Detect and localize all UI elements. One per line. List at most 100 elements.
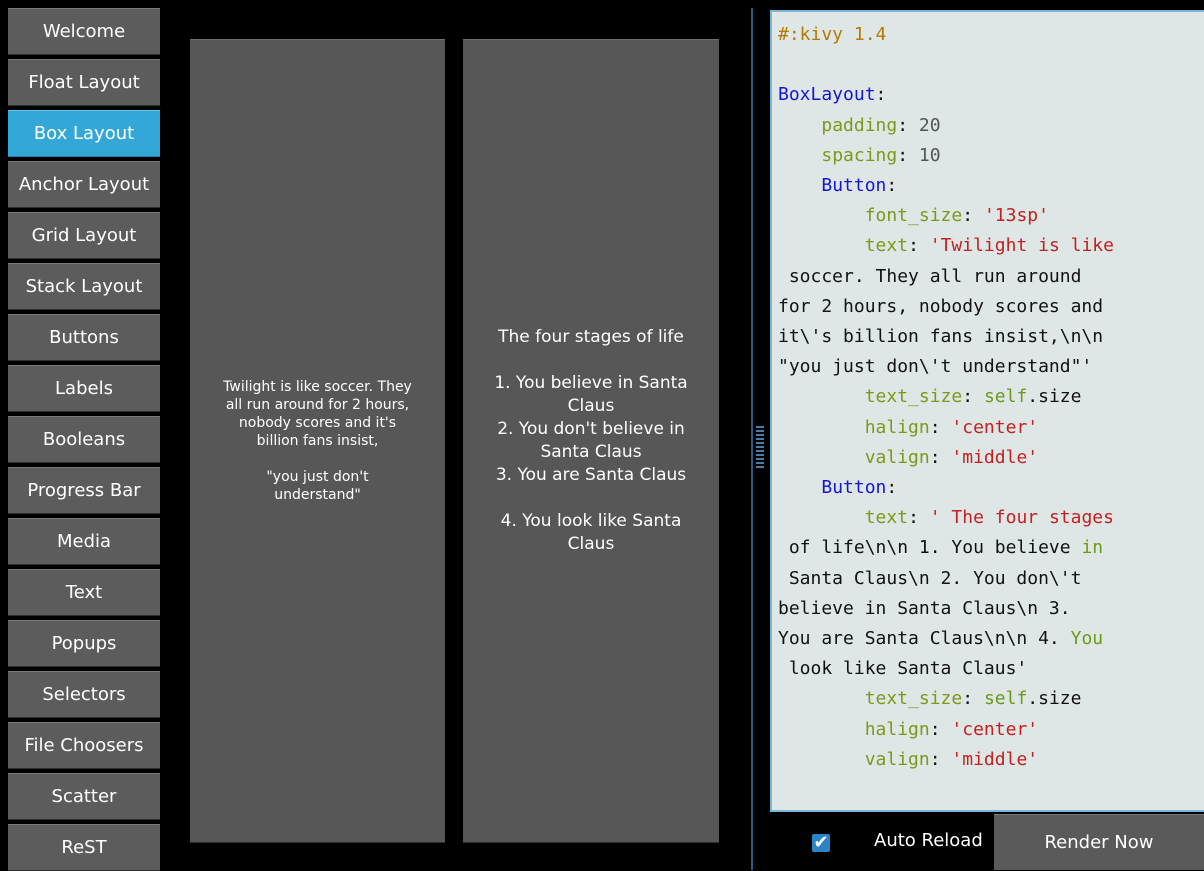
code-token: : (886, 175, 898, 197)
code-token: spacing (821, 144, 898, 166)
code-token: : (908, 507, 930, 529)
splitter-grip-icon[interactable] (756, 426, 764, 468)
sidebar-item-label: Scatter (51, 786, 117, 807)
code-token: : (962, 386, 984, 408)
code-token: font_size (864, 205, 963, 227)
sidebar-item-label: Booleans (42, 429, 126, 450)
code-token: You (1070, 628, 1104, 650)
sidebar-item-label: Progress Bar (27, 480, 141, 501)
sidebar-item-label: Selectors (42, 684, 126, 705)
sidebar-item-label: Grid Layout (31, 225, 137, 246)
sidebar-item-label: Media (56, 531, 112, 552)
sidebar-item-scatter[interactable]: Scatter (8, 773, 160, 820)
auto-reload-checkbox[interactable]: ✔ (812, 834, 830, 852)
code-token: text (864, 507, 909, 529)
splitter-line (751, 8, 753, 870)
splitter[interactable] (750, 8, 766, 870)
code-token: : (929, 446, 952, 468)
code-token: for 2 hours, nobody scores and (778, 295, 1104, 317)
sidebar-item-selectors[interactable]: Selectors (8, 671, 160, 718)
sidebar-item-label: Float Layout (28, 72, 140, 93)
demo-four-stages-label: The four stages of life 1. You believe i… (494, 327, 688, 554)
sidebar-item-grid-layout[interactable]: Grid Layout (8, 212, 160, 259)
code-token: text (864, 235, 909, 257)
render-now-label: Render Now (1044, 832, 1154, 853)
code-token: ' The four stages (929, 507, 1114, 529)
code-token: text_size (864, 688, 963, 710)
code-token: You are Santa Claus\n\n 4. (778, 628, 1071, 650)
code-token: Santa Claus\n 2. You don\'t (778, 567, 1082, 589)
code-token: : (929, 416, 952, 438)
sidebar-item-label: ReST (61, 837, 107, 858)
code-token: : (897, 144, 919, 166)
code-token: of life\n\n 1. You believe (778, 537, 1082, 559)
code-text[interactable]: #:kivy 1.4 BoxLayout: padding: 20 spacin… (772, 12, 1204, 775)
sidebar-item-rest[interactable]: ReST (8, 824, 160, 871)
sidebar-item-stack-layout[interactable]: Stack Layout (8, 263, 160, 310)
sidebar-item-text[interactable]: Text (8, 569, 160, 616)
code-token: : (929, 748, 952, 770)
code-token: believe in Santa Claus\n 3. (778, 597, 1071, 619)
sidebar-item-buttons[interactable]: Buttons (8, 314, 160, 361)
code-token: soccer. They all run around (778, 265, 1082, 287)
sidebar-item-anchor-layout[interactable]: Anchor Layout (8, 161, 160, 208)
render-now-button[interactable]: Render Now (994, 814, 1204, 870)
demo-twilight-label: Twilight is like soccer. They all run ar… (223, 379, 412, 503)
code-token: .size (1027, 386, 1082, 408)
code-token: : (897, 114, 919, 136)
code-token: in (1081, 537, 1104, 559)
sidebar-item-booleans[interactable]: Booleans (8, 416, 160, 463)
sidebar-item-media[interactable]: Media (8, 518, 160, 565)
code-token: 20 (918, 114, 941, 136)
demo-twilight-button[interactable]: Twilight is like soccer. They all run ar… (190, 39, 445, 843)
code-token: .size (1027, 688, 1082, 710)
code-token: : (908, 235, 930, 257)
code-token: Button (821, 477, 887, 499)
sidebar-item-label: Box Layout (33, 123, 135, 144)
code-token: 'middle' (951, 446, 1039, 468)
checkmark-icon: ✔ (813, 832, 829, 853)
code-token: 'center' (951, 718, 1039, 740)
code-token: 10 (918, 144, 941, 166)
code-token: BoxLayout (778, 84, 876, 106)
sidebar-item-label: Welcome (42, 21, 126, 42)
code-token: 'Twilight is like (929, 235, 1114, 257)
code-token: text_size (864, 386, 963, 408)
code-token: padding (821, 114, 898, 136)
code-token: 'center' (951, 416, 1039, 438)
sidebar-item-popups[interactable]: Popups (8, 620, 160, 667)
sidebar-item-box-layout[interactable]: Box Layout (8, 110, 160, 157)
code-token: : (886, 477, 898, 499)
sidebar-item-labels[interactable]: Labels (8, 365, 160, 412)
sidebar-item-progress-bar[interactable]: Progress Bar (8, 467, 160, 514)
code-token: #:kivy 1.4 (778, 24, 887, 45)
sidebar-item-welcome[interactable]: Welcome (8, 8, 160, 55)
code-token: '13sp' (983, 205, 1049, 227)
code-token: halign (864, 416, 930, 438)
code-token: : (962, 205, 984, 227)
code-token: Button (821, 175, 887, 197)
code-token: self (983, 688, 1028, 710)
code-token: : (962, 688, 984, 710)
code-editor[interactable]: #:kivy 1.4 BoxLayout: padding: 20 spacin… (770, 10, 1204, 812)
auto-reload-label: Auto Reload (874, 830, 983, 851)
sidebar-item-label: Anchor Layout (18, 174, 150, 195)
code-token: halign (864, 718, 930, 740)
sidebar-item-label: Text (65, 582, 103, 603)
sidebar-item-label: Popups (51, 633, 117, 654)
code-token: : (875, 84, 887, 106)
sidebar-item-file-choosers[interactable]: File Choosers (8, 722, 160, 769)
sidebar-item-label: Labels (55, 378, 113, 399)
sidebar-item-label: Buttons (49, 327, 119, 348)
sidebar-item-float-layout[interactable]: Float Layout (8, 59, 160, 106)
demo-four-stages-button[interactable]: The four stages of life 1. You believe i… (463, 39, 719, 843)
